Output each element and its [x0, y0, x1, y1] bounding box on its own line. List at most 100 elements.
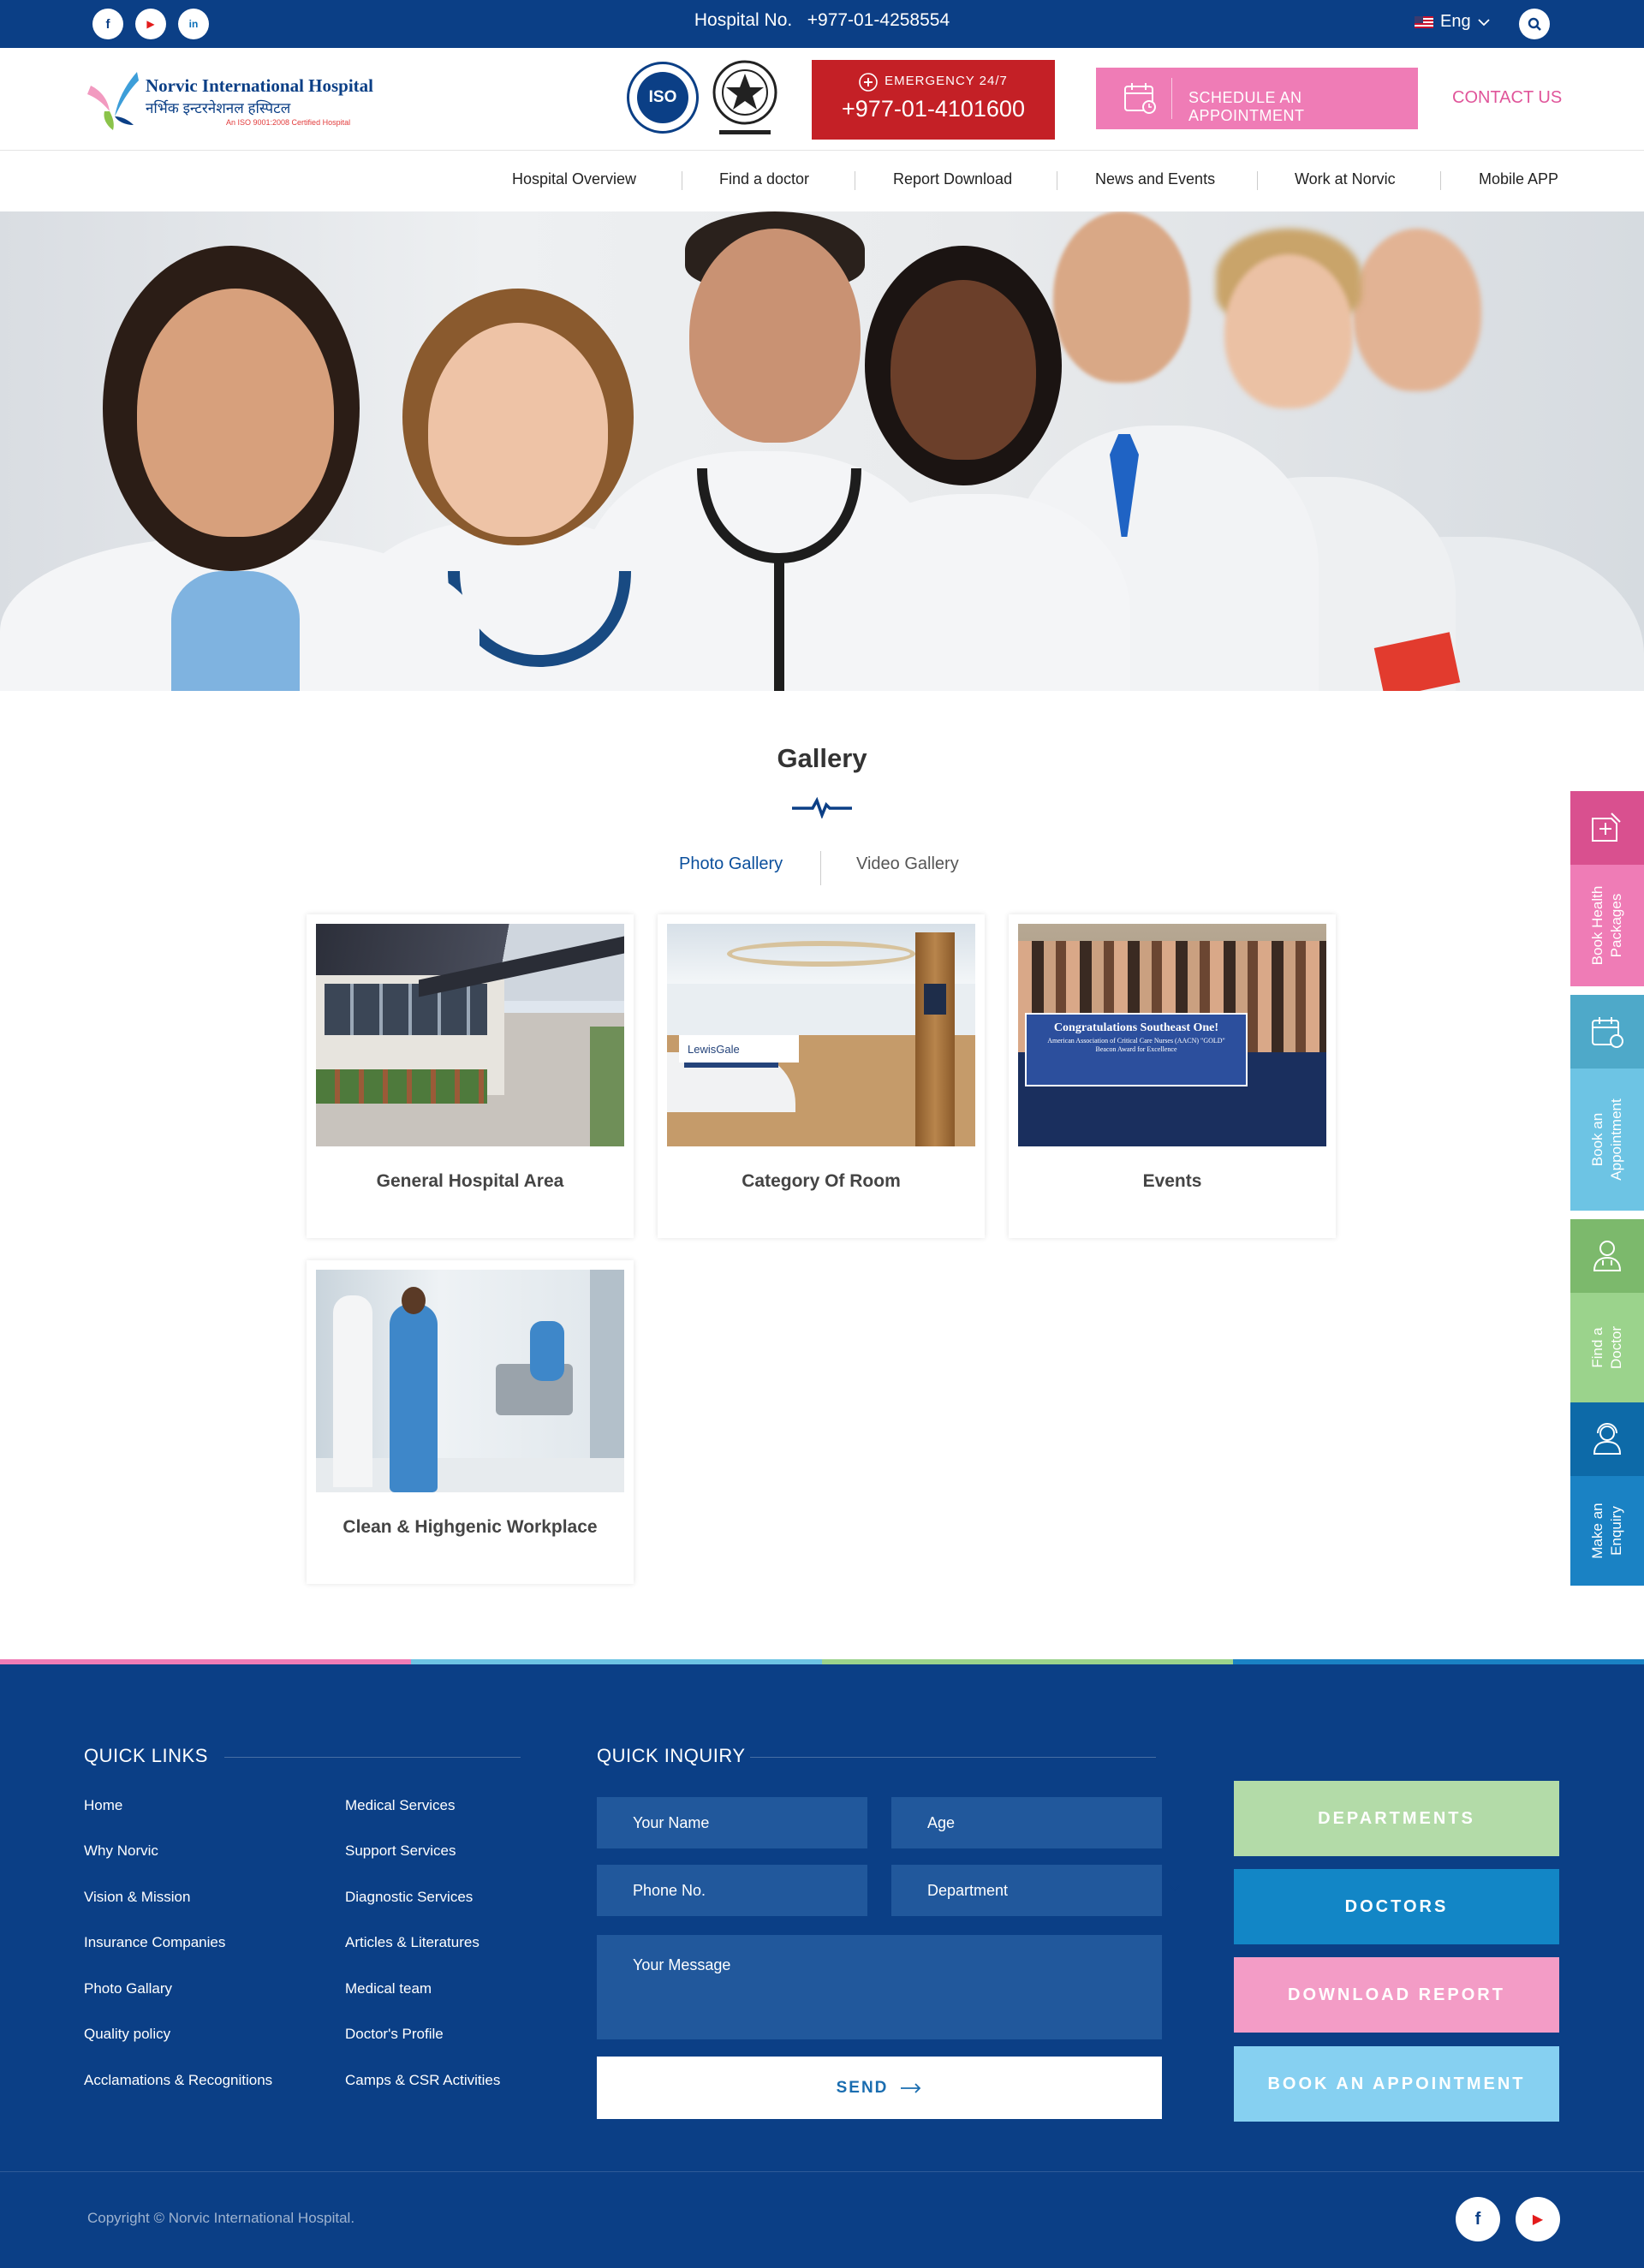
footer-link[interactable]: Diagnostic Services	[345, 1889, 473, 1906]
doctor-face	[1224, 254, 1353, 408]
nav-divider	[1257, 171, 1258, 190]
gallery-thumbnail	[316, 1270, 624, 1492]
department-select[interactable]: Department	[891, 1865, 1162, 1916]
heading-rule	[224, 1757, 521, 1758]
gallery-caption: Clean & Highgenic Workplace	[342, 1517, 598, 1537]
nav-work-at-norvic[interactable]: Work at Norvic	[1295, 170, 1396, 188]
footer-link[interactable]: Why Norvic	[84, 1842, 158, 1860]
language-selector[interactable]: Eng	[1415, 12, 1490, 32]
footer-link[interactable]: Medical Services	[345, 1797, 456, 1814]
quick-inquiry-title: QUICK INQUIRY	[597, 1745, 746, 1766]
doctor-face	[890, 280, 1036, 460]
phone-input[interactable]: Phone No.	[597, 1865, 867, 1916]
calendar-icon	[1124, 83, 1156, 114]
facebook-icon[interactable]: f	[1456, 2197, 1500, 2241]
nabl-badge-icon	[712, 60, 777, 134]
contact-us-link[interactable]: CONTACT US	[1452, 88, 1562, 108]
side-tab-label: Book Health Packages	[1589, 885, 1624, 966]
nav-news-and-events[interactable]: News and Events	[1095, 170, 1215, 188]
nav-find-a-doctor[interactable]: Find a doctor	[719, 170, 809, 188]
footer-link[interactable]: Vision & Mission	[84, 1889, 190, 1906]
main-nav: Hospital Overview Find a doctor Report D…	[0, 152, 1644, 211]
side-tab-label-box: Book an Appointment	[1570, 1069, 1644, 1211]
nav-hospital-overview[interactable]: Hospital Overview	[512, 170, 636, 188]
footer-link[interactable]: Acclamations & Recognitions	[84, 2072, 272, 2089]
age-input[interactable]: Age	[891, 1797, 1162, 1848]
doctors-button[interactable]: DOCTORS	[1234, 1869, 1559, 1944]
event-banner: Congratulations Southeast One! American …	[1025, 1013, 1248, 1086]
svg-text:LewisGale: LewisGale	[688, 1043, 740, 1056]
arrow-right-icon	[901, 2082, 921, 2093]
heartbeat-icon	[792, 796, 852, 819]
footer-link[interactable]: Camps & CSR Activities	[345, 2072, 500, 2089]
message-textarea[interactable]: Your Message	[597, 1935, 1162, 2039]
footer-link[interactable]: Support Services	[345, 1842, 456, 1860]
footer-divider	[0, 2171, 1644, 2172]
search-button[interactable]	[1519, 9, 1550, 39]
gallery-card[interactable]: General Hospital Area	[307, 914, 634, 1238]
logo-tagline: An ISO 9001:2008 Certified Hospital	[226, 118, 351, 127]
gallery-caption: Events	[1142, 1171, 1202, 1191]
hero-banner-image	[0, 211, 1644, 691]
send-label: SEND	[836, 2078, 889, 2097]
top-bar: f ▶ in Hospital No. +977-01-4258554 Eng	[0, 0, 1644, 48]
logo-mark-icon	[87, 72, 139, 130]
book-appointment-button[interactable]: BOOK AN APPOINTMENT	[1234, 2046, 1559, 2122]
send-button[interactable]: SEND	[597, 2057, 1162, 2119]
emergency-number[interactable]: +977-01-4101600	[812, 96, 1055, 122]
copyright-text: Copyright © Norvic International Hospita…	[87, 2210, 355, 2226]
nav-mobile-app[interactable]: Mobile APP	[1479, 170, 1558, 188]
side-tab-make-enquiry[interactable]: Make an Enquiry	[1570, 1402, 1644, 1586]
event-banner-title: Congratulations Southeast One!	[1053, 1021, 1219, 1034]
side-tab-label-box: Make an Enquiry	[1570, 1476, 1644, 1586]
language-label: Eng	[1440, 12, 1471, 31]
stethoscope-icon	[697, 468, 861, 691]
gallery-caption: Category Of Room	[742, 1171, 901, 1191]
heading-rule	[750, 1757, 1156, 1758]
gallery-card[interactable]: Clean & Highgenic Workplace	[307, 1260, 634, 1584]
gallery-caption: General Hospital Area	[376, 1171, 564, 1191]
doctor-face	[137, 289, 334, 537]
departments-button[interactable]: DEPARTMENTS	[1234, 1781, 1559, 1856]
hospital-logo[interactable]: Norvic International Hospital नर्भिक इन्…	[84, 68, 373, 132]
footer-link[interactable]: Photo Gallary	[84, 1980, 172, 1997]
logo-name-np: नर्भिक इन्टरनेशनल हस्पिटल	[146, 100, 291, 116]
chevron-down-icon	[1170, 1885, 1180, 1892]
youtube-icon[interactable]: ▶	[1516, 2197, 1560, 2241]
calendar-icon	[1570, 995, 1644, 1069]
side-tab-find-doctor[interactable]: Find a Doctor	[1570, 1219, 1644, 1402]
footer-link[interactable]: Medical team	[345, 1980, 432, 1997]
gallery-thumbnail	[316, 924, 624, 1146]
name-input[interactable]: Your Name	[597, 1797, 867, 1848]
search-icon	[1528, 17, 1541, 31]
side-tab-label-box: Find a Doctor	[1570, 1293, 1644, 1402]
schedule-divider	[1171, 78, 1172, 119]
nav-divider	[1440, 171, 1441, 190]
gallery-card[interactable]: LewisGale Category Of Room	[658, 914, 985, 1238]
tab-video-gallery[interactable]: Video Gallery	[856, 854, 959, 874]
side-tab-label-box: Book Health Packages	[1570, 865, 1644, 986]
hospital-no[interactable]: +977-01-4258554	[807, 10, 950, 30]
gallery-card[interactable]: Congratulations Southeast One! American …	[1009, 914, 1336, 1238]
hospital-no-label: Hospital No.	[694, 10, 793, 30]
footer-link[interactable]: Home	[84, 1797, 122, 1814]
side-tab-book-health-packages[interactable]: Book Health Packages	[1570, 791, 1644, 986]
gallery-thumbnail: Congratulations Southeast One! American …	[1018, 924, 1326, 1146]
download-report-button[interactable]: DOWNLOAD REPORT	[1234, 1957, 1559, 2033]
footer-link[interactable]: Articles & Literatures	[345, 1934, 480, 1951]
doctor-icon	[1570, 1219, 1644, 1293]
iso-label: ISO	[637, 72, 688, 123]
side-tab-label: Make an Enquiry	[1589, 1503, 1624, 1559]
footer-link[interactable]: Doctor's Profile	[345, 2026, 444, 2043]
schedule-appointment-button[interactable]: SCHEDULE AN APPOINTMENT	[1096, 68, 1418, 129]
emergency-box[interactable]: EMERGENCY 24/7 +977-01-4101600	[812, 60, 1055, 140]
footer-link[interactable]: Quality policy	[84, 2026, 170, 2043]
support-agent-icon	[1570, 1402, 1644, 1476]
tab-photo-gallery[interactable]: Photo Gallery	[679, 854, 783, 874]
side-tab-book-appointment[interactable]: Book an Appointment	[1570, 995, 1644, 1211]
nav-report-download[interactable]: Report Download	[893, 170, 1012, 188]
footer-link[interactable]: Insurance Companies	[84, 1934, 225, 1951]
quick-links-title: QUICK LINKS	[84, 1745, 208, 1766]
tab-divider	[820, 851, 821, 885]
reception-sign: LewisGale	[679, 1035, 799, 1063]
